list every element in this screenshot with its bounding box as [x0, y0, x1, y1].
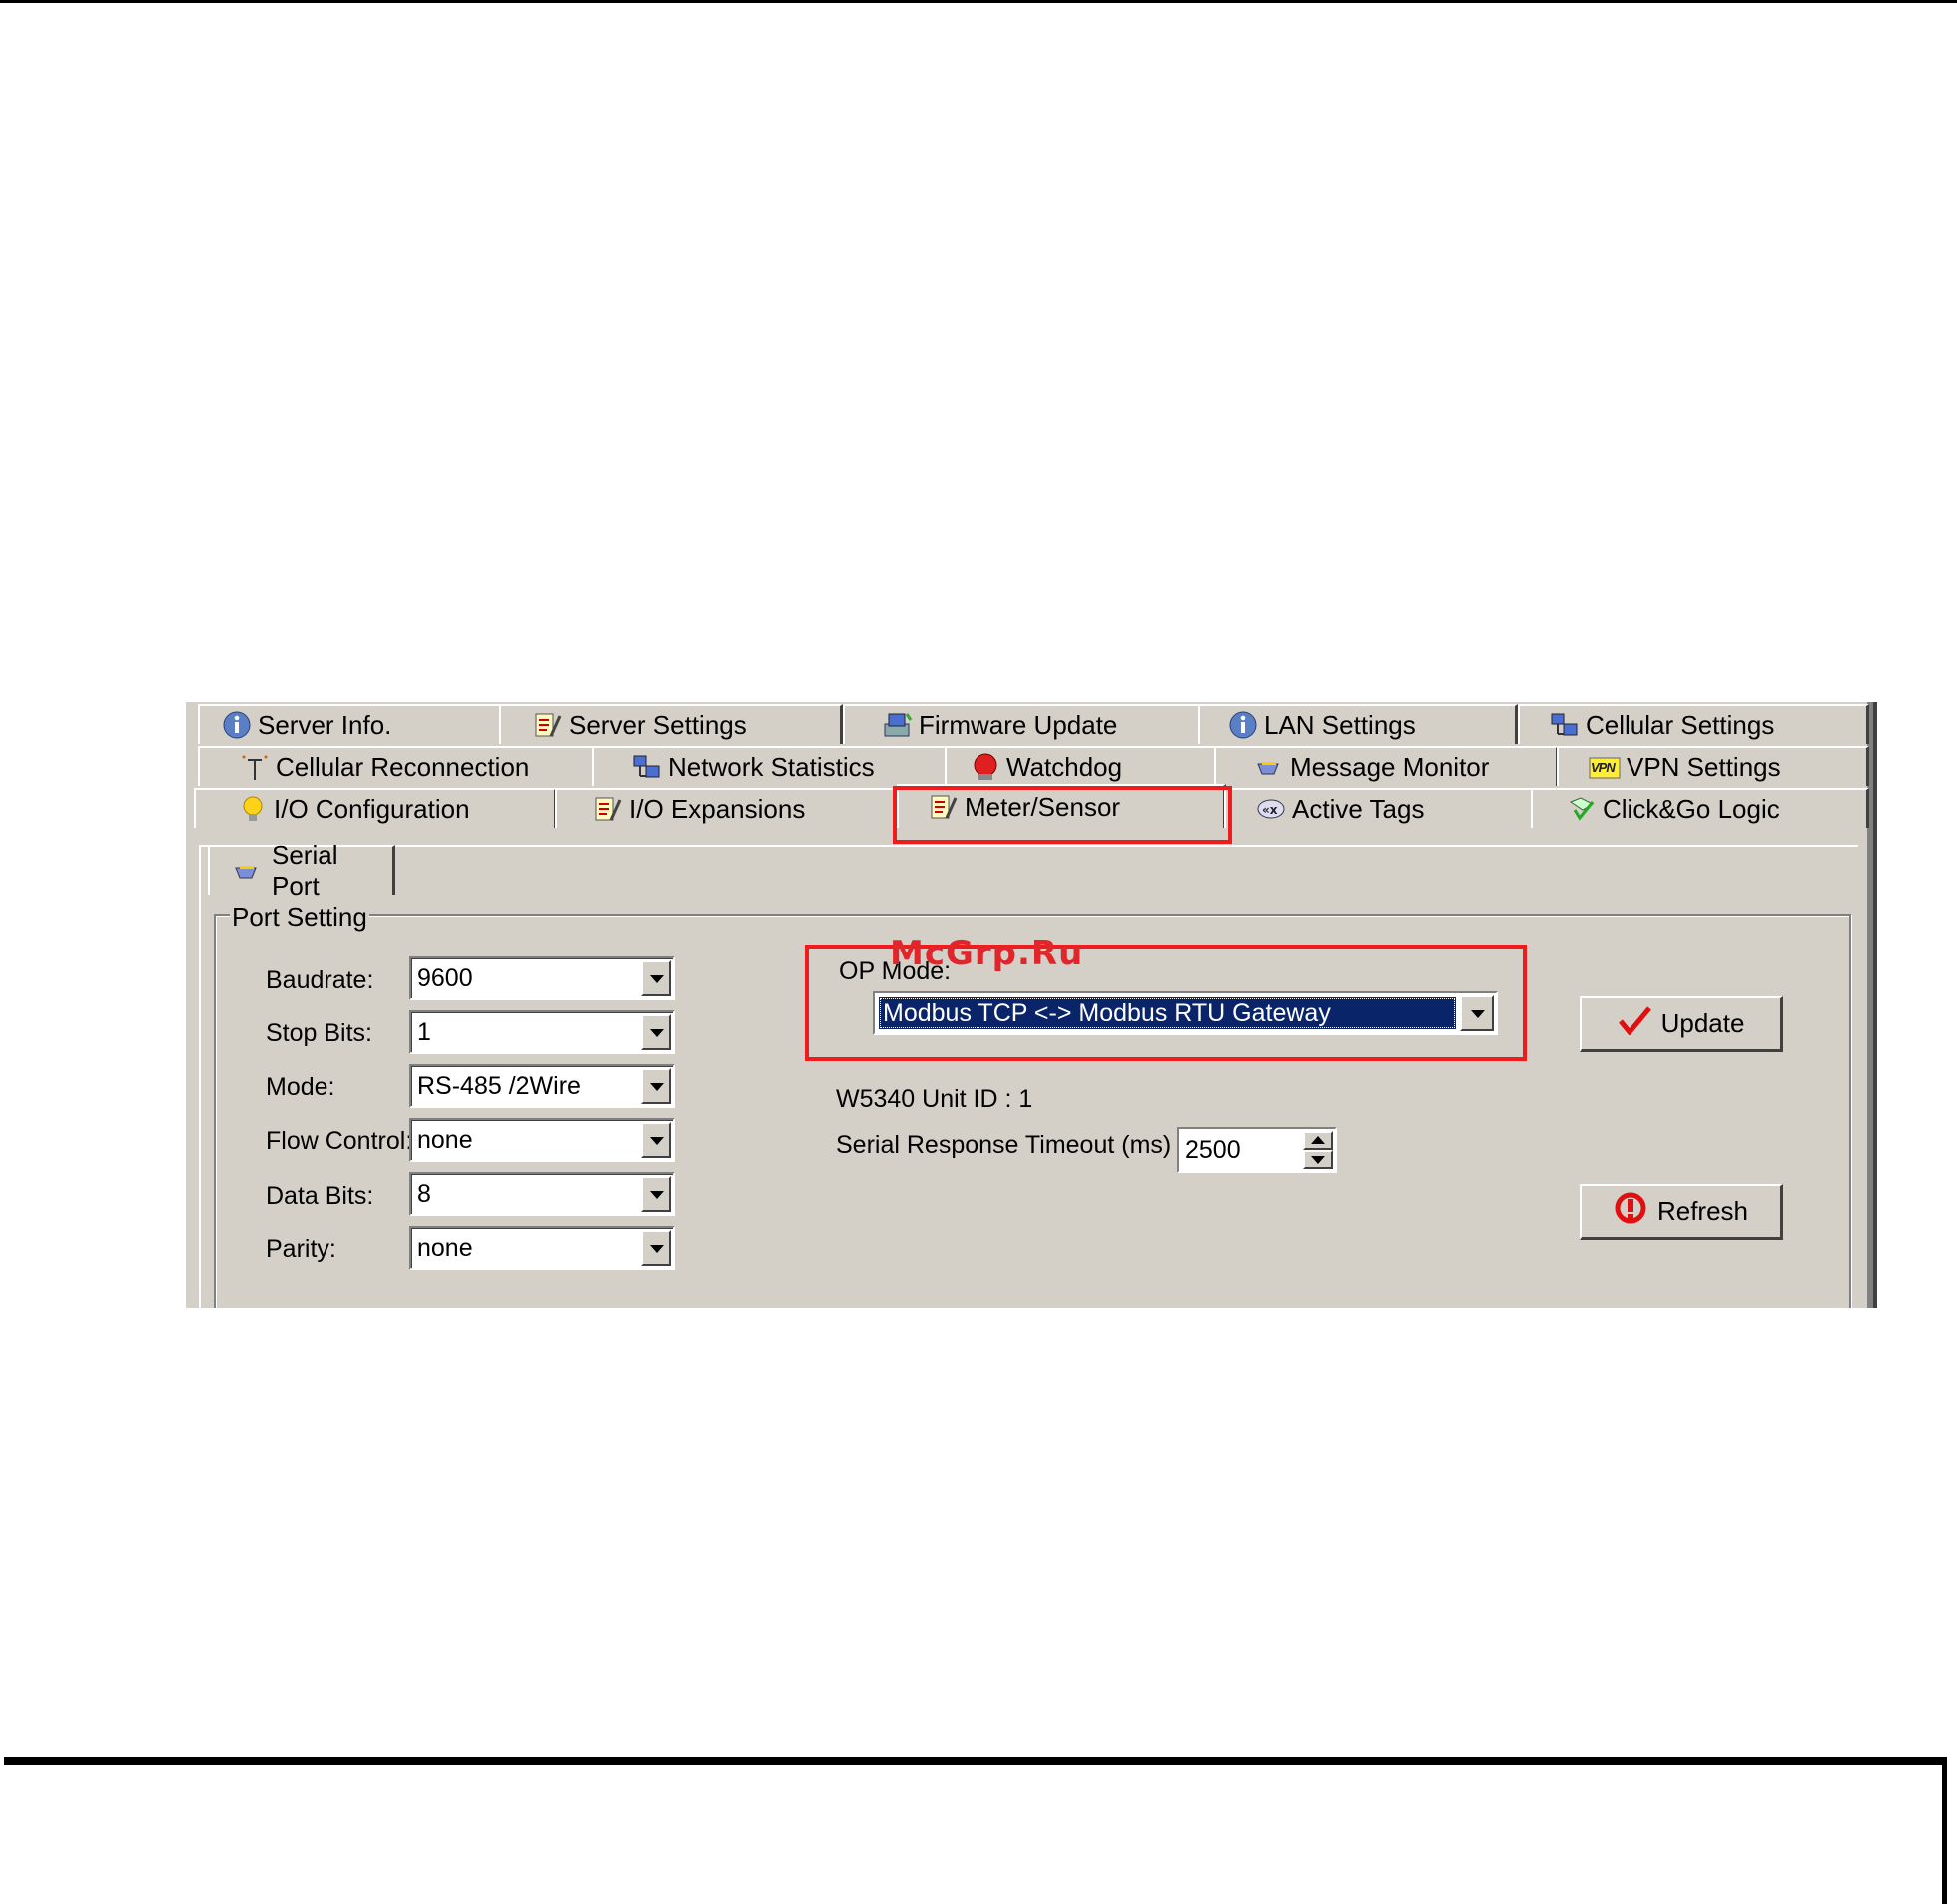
tab-label: Active Tags	[1292, 793, 1425, 824]
data-bits-label: Data Bits:	[266, 1182, 374, 1210]
baudrate-value: 9600	[417, 964, 473, 992]
update-button[interactable]: Update	[1580, 996, 1783, 1052]
chevron-down-icon[interactable]	[641, 1014, 671, 1050]
checkmark-icon	[1618, 1005, 1651, 1042]
settings-doc-icon	[533, 710, 563, 740]
vpn-badge-text: VPN	[1591, 760, 1616, 775]
network-icon	[632, 752, 662, 782]
tab-io-configuration[interactable]: I/O Configuration	[194, 788, 557, 828]
tab-active-tags[interactable]: «x Active Tags	[1224, 788, 1534, 828]
svg-text:«x: «x	[1262, 803, 1278, 817]
antenna-icon	[240, 752, 270, 782]
tab-label: VPN Settings	[1627, 751, 1781, 782]
parity-select[interactable]: none	[409, 1226, 675, 1270]
info-icon	[222, 710, 252, 740]
tab-click-go-logic[interactable]: Click&Go Logic	[1531, 788, 1869, 828]
tab-label: Cellular Reconnection	[276, 751, 530, 782]
tab-label: I/O Configuration	[274, 793, 470, 824]
refresh-label: Refresh	[1656, 1196, 1749, 1226]
mode-select[interactable]: RS-485 /2Wire	[409, 1064, 675, 1108]
data-bits-select[interactable]: 8	[409, 1172, 675, 1216]
tab-network-statistics[interactable]: Network Statistics	[592, 746, 948, 786]
chevron-down-icon[interactable]	[641, 1176, 671, 1212]
baudrate-select[interactable]: 9600	[409, 956, 675, 1000]
settings-doc-icon	[593, 794, 623, 824]
flow-control-label: Flow Control:	[266, 1127, 413, 1155]
tab-label: LAN Settings	[1264, 709, 1416, 740]
parity-label: Parity:	[266, 1235, 336, 1263]
tab-label: Message Monitor	[1290, 751, 1490, 782]
firmware-update-icon	[883, 710, 913, 740]
data-bits-value: 8	[417, 1180, 431, 1208]
serial-port-icon	[232, 856, 262, 886]
tags-icon: «x	[1256, 794, 1286, 824]
tab-watchdog[interactable]: Watchdog	[945, 746, 1218, 786]
flow-control-value: none	[417, 1126, 473, 1154]
tab-label: Cellular Settings	[1586, 709, 1775, 740]
port-setting-title: Port Setting	[230, 902, 369, 933]
unit-id-text: W5340 Unit ID : 1	[836, 1085, 1033, 1113]
subtab-serial-port[interactable]: Serial Port	[208, 840, 395, 901]
tab-cellular-reconnection[interactable]: Cellular Reconnection	[198, 746, 595, 786]
watchdog-icon	[971, 752, 1000, 782]
chevron-down-icon[interactable]	[641, 1230, 671, 1266]
chevron-down-icon[interactable]	[641, 960, 671, 996]
mode-label: Mode:	[266, 1073, 335, 1101]
logic-check-icon	[1567, 794, 1597, 824]
spin-up-icon[interactable]	[1303, 1131, 1333, 1150]
tab-label: Server Info.	[258, 709, 392, 740]
stop-bits-value: 1	[417, 1018, 431, 1046]
chevron-down-icon[interactable]	[641, 1122, 671, 1158]
tab-server-settings[interactable]: Server Settings	[499, 704, 843, 744]
meter-sensor-highlight-box	[893, 786, 1232, 844]
watermark-text: McGrp.Ru	[890, 934, 1084, 973]
update-label: Update	[1660, 1008, 1745, 1038]
lightbulb-icon	[238, 794, 268, 824]
tab-server-info[interactable]: Server Info.	[198, 704, 502, 744]
refresh-button[interactable]: Refresh	[1580, 1184, 1783, 1240]
page-top-rule	[0, 0, 1957, 3]
stop-bits-select[interactable]: 1	[409, 1010, 675, 1054]
tab-label: Click&Go Logic	[1603, 793, 1780, 824]
timeout-spinner[interactable]: 2500	[1177, 1127, 1337, 1173]
parity-value: none	[417, 1234, 473, 1262]
tab-label: Server Settings	[569, 709, 747, 740]
flow-control-select[interactable]: none	[409, 1118, 675, 1162]
tab-lan-settings[interactable]: LAN Settings	[1198, 704, 1518, 744]
tab-io-expansions[interactable]: I/O Expansions	[555, 788, 899, 828]
tab-vpn-settings[interactable]: VPN VPN Settings	[1557, 746, 1869, 786]
tab-firmware-update[interactable]: Firmware Update	[843, 704, 1202, 744]
tab-label: Network Statistics	[668, 751, 875, 782]
info-icon	[1228, 710, 1258, 740]
timeout-label: Serial Response Timeout (ms) :	[836, 1131, 1186, 1159]
mode-value: RS-485 /2Wire	[417, 1072, 581, 1100]
vpn-icon: VPN	[1589, 752, 1621, 782]
tab-cellular-settings[interactable]: Cellular Settings	[1518, 704, 1869, 744]
stop-bits-label: Stop Bits:	[266, 1019, 372, 1047]
config-window: Server Info. Server Settings Firmware Up…	[183, 702, 1877, 1308]
spin-down-icon[interactable]	[1303, 1150, 1333, 1169]
chevron-down-icon[interactable]	[641, 1068, 671, 1104]
page-footer-frame	[4, 1757, 1947, 1904]
tab-label: I/O Expansions	[629, 793, 806, 824]
subtab-label: Serial Port	[272, 840, 338, 901]
timeout-value: 2500	[1185, 1136, 1241, 1164]
tab-label: Firmware Update	[919, 709, 1118, 740]
tab-message-monitor[interactable]: Message Monitor	[1214, 746, 1559, 786]
tab-label: Watchdog	[1006, 751, 1123, 782]
refresh-icon	[1614, 1191, 1647, 1232]
baudrate-label: Baudrate:	[266, 966, 374, 994]
serial-port-icon	[1254, 752, 1284, 782]
network-icon	[1550, 710, 1580, 740]
